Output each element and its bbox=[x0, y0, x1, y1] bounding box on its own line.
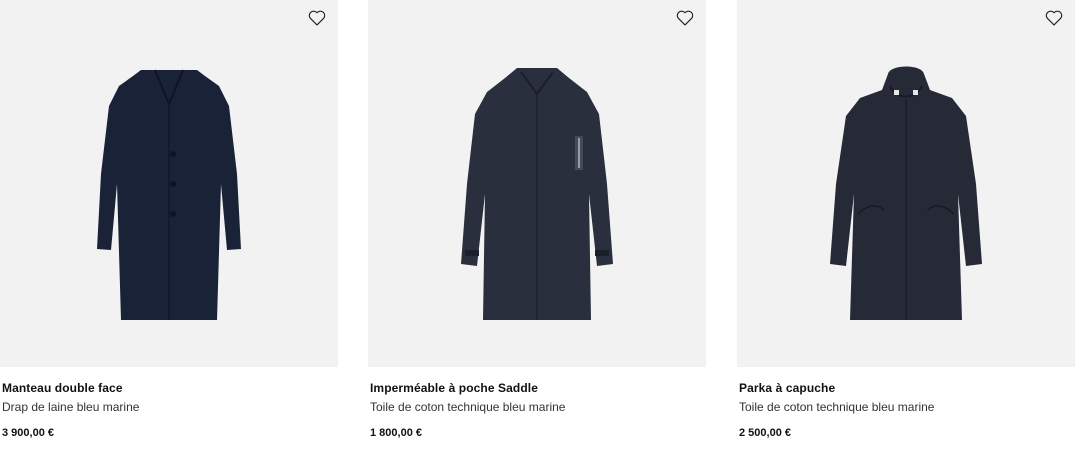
product-card[interactable]: Parka à capuche Toile de coton technique… bbox=[737, 0, 1075, 458]
coat-picture bbox=[437, 64, 637, 326]
product-name[interactable]: Manteau double face bbox=[2, 381, 123, 395]
product-description: Drap de laine bleu marine bbox=[2, 400, 140, 414]
product-image[interactable] bbox=[0, 0, 338, 367]
wishlist-heart-icon[interactable] bbox=[675, 9, 695, 27]
product-card[interactable]: Imperméable à poche Saddle Toile de coto… bbox=[368, 0, 706, 458]
product-price: 1 800,00 € bbox=[370, 427, 422, 439]
wishlist-heart-icon[interactable] bbox=[1044, 9, 1064, 27]
product-price: 2 500,00 € bbox=[739, 427, 791, 439]
product-card[interactable]: Manteau double face Drap de laine bleu m… bbox=[0, 0, 338, 458]
product-image[interactable] bbox=[737, 0, 1075, 367]
product-price: 3 900,00 € bbox=[2, 427, 54, 439]
product-image[interactable] bbox=[368, 0, 706, 367]
product-name[interactable]: Parka à capuche bbox=[739, 381, 835, 395]
product-name[interactable]: Imperméable à poche Saddle bbox=[370, 381, 538, 395]
product-description: Toile de coton technique bleu marine bbox=[739, 400, 935, 414]
wishlist-heart-icon[interactable] bbox=[307, 9, 327, 27]
coat-picture bbox=[69, 64, 269, 326]
product-description: Toile de coton technique bleu marine bbox=[370, 400, 566, 414]
coat-picture bbox=[806, 64, 1006, 326]
